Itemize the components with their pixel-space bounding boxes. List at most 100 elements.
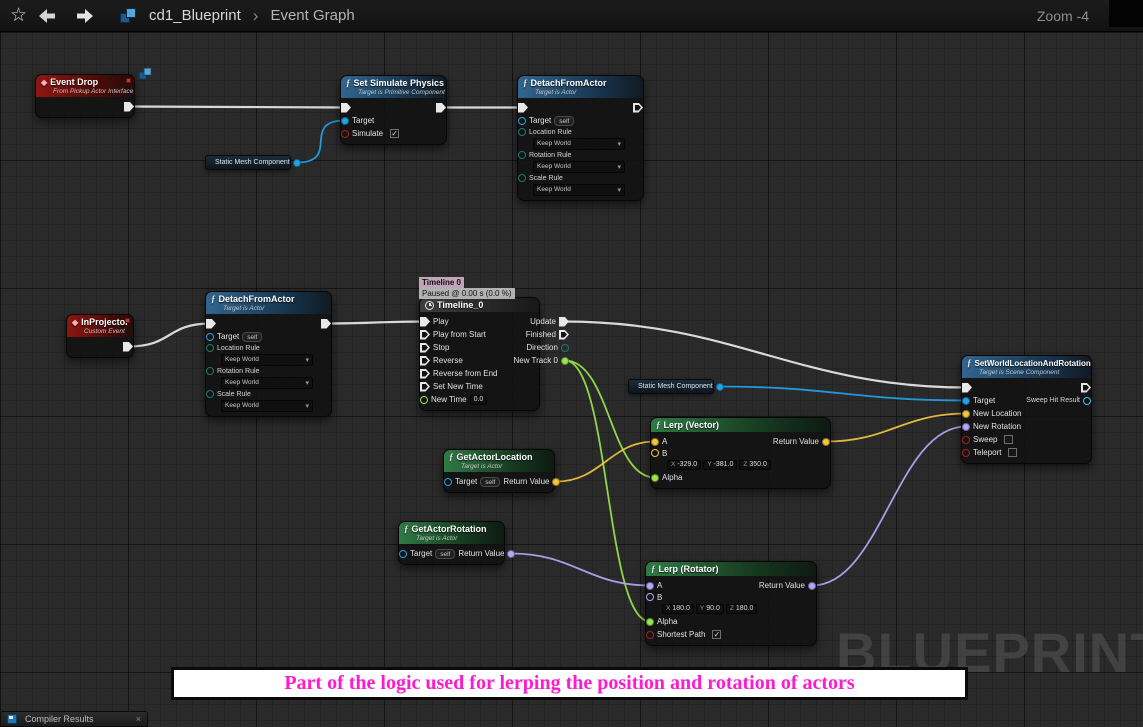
b-pin[interactable] [651, 449, 659, 457]
back-arrow-icon[interactable] [37, 7, 61, 25]
b-x-value[interactable]: X -329.0 [667, 459, 702, 470]
a-pin[interactable] [646, 581, 654, 590]
self-tag[interactable]: self [554, 115, 575, 126]
rotation-rule-pin[interactable] [518, 151, 526, 159]
new-rotation-pin[interactable] [962, 422, 970, 431]
exec-out-pin[interactable] [633, 102, 643, 113]
node-static-mesh-component-1[interactable]: Static Mesh Component [205, 155, 301, 170]
return-value-pin[interactable] [808, 581, 816, 590]
breadcrumb-graph-name[interactable]: Event Graph [270, 7, 354, 24]
scale-rule-dropdown[interactable]: Keep World ▾ [221, 399, 313, 412]
play-pin[interactable] [420, 316, 430, 327]
node-lerp-rotator[interactable]: ƒ Lerp (Rotator) A Return Value B X 180.… [645, 561, 817, 646]
teleport-checkbox[interactable] [1008, 448, 1018, 457]
self-tag[interactable]: self [242, 331, 263, 342]
event-icon: ◆ [41, 77, 48, 87]
finished-pin[interactable] [558, 329, 569, 340]
exec-out-pin[interactable] [1081, 382, 1091, 393]
scale-rule-pin[interactable] [206, 390, 214, 398]
target-pin[interactable] [518, 116, 526, 125]
new-location-pin[interactable] [962, 409, 970, 418]
self-tag[interactable]: self [435, 548, 456, 559]
new-time-value[interactable]: 0.0 [469, 394, 488, 405]
scale-rule-dropdown[interactable]: Keep World ▾ [533, 183, 625, 196]
update-pin[interactable] [558, 316, 569, 327]
function-icon: ƒ [404, 524, 409, 534]
compiler-results-tab[interactable]: Compiler Results × [0, 711, 148, 727]
forward-arrow-icon[interactable] [71, 7, 95, 25]
sweep-pin[interactable] [962, 435, 970, 444]
comment-banner[interactable]: Part of the logic used for lerping the p… [171, 667, 968, 700]
node-get-actor-rotation[interactable]: ƒ GetActorRotation Target is Actor Target… [398, 521, 516, 565]
exec-in-pin[interactable] [962, 382, 972, 393]
target-pin[interactable] [341, 116, 349, 125]
pin-label: Return Value [772, 437, 819, 446]
a-pin[interactable] [651, 437, 659, 446]
x-label: X [671, 461, 676, 468]
teleport-pin[interactable] [962, 448, 970, 457]
shortest-path-checkbox[interactable]: ✓ [712, 630, 722, 639]
alpha-pin[interactable] [646, 617, 654, 626]
node-timeline-0[interactable]: Timeline_0 Play Play from Start Stop Rev… [419, 297, 569, 411]
breadcrumb-blueprint-name[interactable]: cd1_Blueprint [149, 7, 241, 24]
location-rule-dropdown[interactable]: Keep World ▾ [221, 353, 313, 366]
new-track-pin[interactable] [560, 356, 569, 365]
exec-out-pin[interactable] [124, 101, 134, 112]
node-get-actor-location[interactable]: ƒ GetActorLocation Target is Actor Target… [443, 449, 561, 493]
exec-in-pin[interactable] [518, 102, 528, 113]
alpha-pin[interactable] [651, 473, 659, 482]
exec-out-pin[interactable] [436, 102, 446, 113]
event-graph-canvas[interactable]: BLUEPRINT ◆ Event Drop From Pickup Actor … [0, 32, 1143, 727]
scale-rule-pin[interactable] [518, 174, 526, 182]
b-y-value[interactable]: Y -381.0 [703, 459, 738, 470]
node-static-mesh-component-2[interactable]: Static Mesh Component [628, 379, 724, 394]
b-pin[interactable] [646, 593, 654, 601]
exec-out-pin[interactable] [321, 318, 331, 329]
b-x-value[interactable]: X 180.0 [662, 603, 694, 614]
b-z-value[interactable]: Z 180.0 [725, 603, 758, 614]
close-icon[interactable]: × [136, 714, 141, 724]
play-from-start-pin[interactable] [420, 329, 430, 340]
simulate-pin[interactable] [341, 129, 349, 138]
target-pin[interactable] [444, 477, 452, 486]
b-y-value[interactable]: Y 90.0 [695, 603, 724, 614]
exec-in-pin[interactable] [341, 102, 351, 113]
new-time-pin[interactable] [420, 395, 428, 404]
location-rule-pin[interactable] [206, 344, 214, 352]
return-value-pin[interactable] [822, 437, 830, 446]
node-set-simulate-physics[interactable]: ƒ Set Simulate Physics Target is Primitiv… [340, 75, 447, 145]
rotation-rule-pin[interactable] [206, 367, 214, 375]
target-pin[interactable] [206, 332, 214, 341]
return-value-pin[interactable] [552, 477, 561, 486]
set-new-time-pin[interactable] [420, 381, 430, 392]
variable-out-pin[interactable] [715, 382, 724, 391]
exec-out-pin[interactable] [123, 341, 133, 352]
rotation-rule-dropdown[interactable]: Keep World ▾ [533, 160, 625, 173]
node-set-world-location-and-rotation[interactable]: ƒ SetWorldLocationAndRotation Target is S… [961, 355, 1092, 464]
node-lerp-vector[interactable]: ƒ Lerp (Vector) A Return Value B X -329.… [650, 417, 831, 489]
node-event-drop[interactable]: ◆ Event Drop From Pickup Actor Interface [35, 74, 135, 118]
reverse-from-end-pin[interactable] [420, 368, 430, 379]
target-pin[interactable] [399, 549, 407, 558]
simulate-checkbox[interactable]: ✓ [390, 129, 400, 138]
node-in-projector[interactable]: ◆ InProjector Custom Event [66, 314, 134, 358]
pin-row: X 180.0 Y 90.0 Z 180.0 [646, 602, 816, 615]
exec-in-pin[interactable] [206, 318, 216, 329]
b-z-value[interactable]: Z 350.0 [739, 459, 771, 470]
self-tag[interactable]: self [480, 476, 501, 487]
target-pin[interactable] [962, 396, 970, 405]
node-detach-from-actor-top[interactable]: ƒ DetachFromActor Target is Actor Target … [517, 75, 644, 201]
rotation-rule-dropdown[interactable]: Keep World ▾ [221, 376, 313, 389]
shortest-path-pin[interactable] [646, 630, 654, 639]
location-rule-dropdown[interactable]: Keep World ▾ [533, 137, 625, 150]
reverse-pin[interactable] [420, 355, 430, 366]
node-detach-from-actor-mid[interactable]: ƒ DetachFromActor Target is Actor Target … [205, 291, 332, 417]
variable-out-pin[interactable] [292, 158, 301, 167]
stop-pin[interactable] [420, 342, 430, 353]
sweep-hit-result-pin[interactable] [1083, 396, 1091, 405]
location-rule-pin[interactable] [518, 128, 526, 136]
sweep-checkbox[interactable] [1004, 435, 1014, 444]
return-value-pin[interactable] [507, 549, 516, 558]
direction-pin[interactable] [560, 343, 569, 352]
favorite-star-icon[interactable]: ☆ [10, 6, 27, 25]
